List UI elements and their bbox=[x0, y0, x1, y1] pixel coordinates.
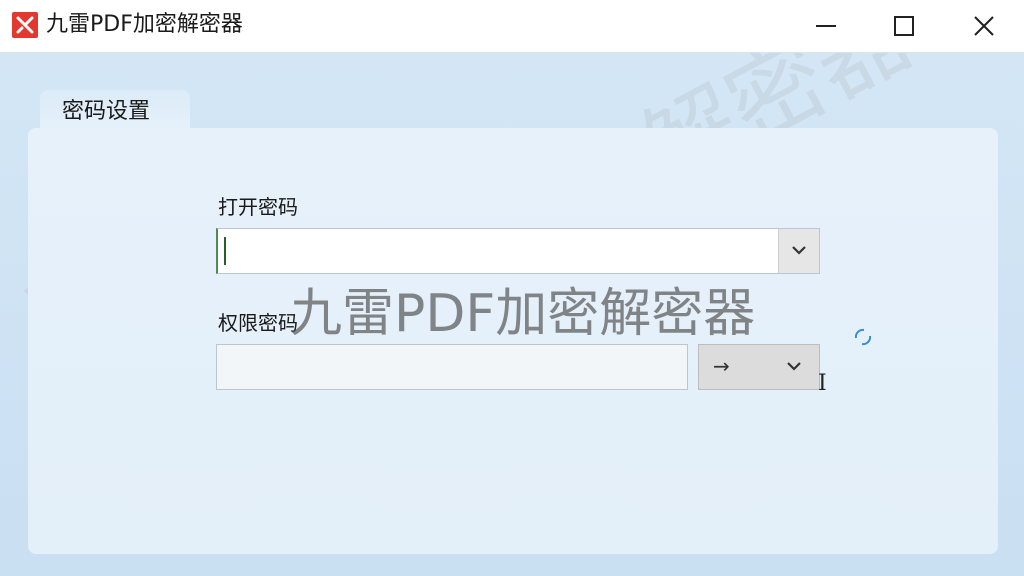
permission-select-value: → bbox=[713, 354, 730, 378]
ibeam-cursor-icon: I bbox=[818, 371, 827, 396]
open-password-dropdown-button[interactable] bbox=[778, 229, 819, 273]
open-password-label: 打开密码 bbox=[218, 195, 298, 219]
tab-label: 密码设置 bbox=[62, 99, 151, 124]
permission-password-label: 权限密码 bbox=[218, 311, 298, 335]
text-caret bbox=[224, 237, 226, 265]
busy-cursor-icon bbox=[854, 328, 872, 346]
maximize-button[interactable] bbox=[874, 0, 934, 52]
close-button[interactable] bbox=[954, 0, 1014, 52]
open-password-combo[interactable] bbox=[216, 228, 820, 274]
minimize-icon bbox=[816, 25, 836, 27]
close-icon bbox=[974, 16, 994, 36]
permission-password-select[interactable]: → bbox=[698, 344, 820, 390]
chevron-down-icon bbox=[787, 362, 801, 371]
permission-password-input[interactable] bbox=[216, 344, 688, 390]
app-window: 九雷PDF加密解密器 九雷PDF加密解密器 九雷PDF加密解密器 bbox=[0, 0, 1024, 576]
chevron-down-icon bbox=[792, 246, 806, 255]
app-logo-icon bbox=[12, 12, 38, 38]
minimize-button[interactable] bbox=[796, 0, 856, 52]
window-title: 九雷PDF加密解密器 bbox=[46, 12, 243, 37]
maximize-icon bbox=[894, 16, 914, 36]
tab-password-settings[interactable]: 密码设置 bbox=[40, 90, 190, 132]
title-bar: 九雷PDF加密解密器 bbox=[0, 0, 1024, 53]
